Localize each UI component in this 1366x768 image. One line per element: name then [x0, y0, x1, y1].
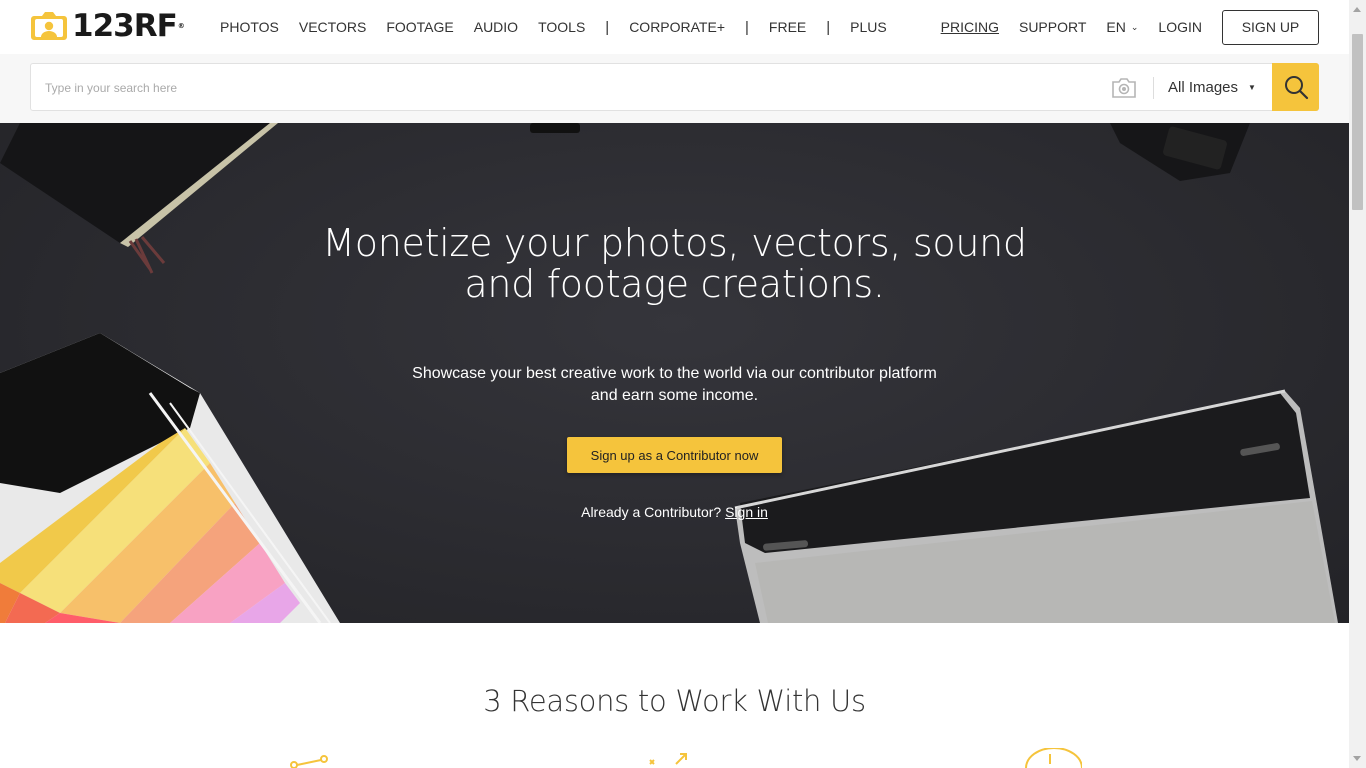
scroll-down-icon[interactable] [1353, 756, 1361, 761]
nav-photos[interactable]: PHOTOS [220, 19, 279, 35]
nav-login[interactable]: LOGIN [1158, 19, 1202, 35]
already-contributor: Already a Contributor? Sign in [0, 504, 1349, 520]
nav-separator: | [745, 18, 749, 36]
hero-banner: Monetize your photos, vectors, sound and… [0, 123, 1349, 623]
hero-heading-line: Monetize your photos, vectors, sound [322, 221, 1027, 265]
nav-free[interactable]: FREE [769, 19, 806, 35]
search-input[interactable] [45, 76, 1085, 100]
contributor-signup-button[interactable]: Sign up as a Contributor now [567, 437, 782, 473]
nav-pricing[interactable]: PRICING [941, 19, 999, 35]
scroll-thumb[interactable] [1352, 34, 1363, 210]
search-icon [1284, 76, 1308, 100]
nav-plus[interactable]: PLUS [850, 19, 887, 35]
camera-icon[interactable] [1111, 77, 1137, 99]
caret-down-icon: ▼ [1248, 82, 1256, 92]
reason-icon-2 [649, 753, 687, 765]
nav-vectors[interactable]: VECTORS [299, 19, 366, 35]
nav-tools[interactable]: TOOLS [538, 19, 585, 35]
image-type-dropdown[interactable]: All Images ▼ [1168, 64, 1256, 110]
hero-heading: Monetize your photos, vectors, sound and… [0, 223, 1349, 305]
search-divider [1153, 77, 1154, 99]
hero-subtitle: Showcase your best creative work to the … [0, 363, 1349, 407]
chevron-down-icon: ⌄ [1130, 21, 1139, 32]
logo-text: 123RF® [72, 8, 185, 44]
search-bar: All Images ▼ [0, 54, 1349, 123]
search-button[interactable] [1272, 63, 1319, 111]
nav-corporate[interactable]: CORPORATE+ [629, 19, 725, 35]
reason-icon-1 [290, 755, 328, 768]
hero-heading-line: and footage creations. [464, 262, 885, 306]
reason-icon-3 [1025, 748, 1082, 768]
hero-subtitle-line: and earn some income. [590, 387, 759, 404]
logo[interactable]: 123RF® [30, 8, 185, 44]
page: 123RF® PHOTOS VECTORS FOOTAGE AUDIO TOOL… [0, 0, 1366, 768]
page-scrollbar[interactable] [1349, 0, 1366, 768]
nav-audio[interactable]: AUDIO [474, 19, 518, 35]
language-selector[interactable]: EN ⌄ [1106, 19, 1138, 35]
nav-footage[interactable]: FOOTAGE [386, 19, 453, 35]
logo-camera-icon [31, 12, 67, 40]
signup-button[interactable]: SIGN UP [1222, 9, 1319, 45]
search-box: All Images ▼ [30, 63, 1319, 111]
image-type-label: All Images [1168, 78, 1239, 96]
sign-in-link[interactable]: Sign in [725, 504, 768, 520]
nav-support[interactable]: SUPPORT [1019, 19, 1086, 35]
scroll-up-icon[interactable] [1353, 7, 1361, 12]
hero-subtitle-line: Showcase your best creative work to the … [412, 365, 937, 382]
already-contributor-text: Already a Contributor? [581, 504, 722, 520]
top-nav: 123RF® PHOTOS VECTORS FOOTAGE AUDIO TOOL… [0, 0, 1349, 54]
main-menu: PHOTOS VECTORS FOOTAGE AUDIO TOOLS | COR… [220, 0, 907, 54]
reasons-heading: 3 Reasons to Work With Us [483, 684, 866, 718]
language-label: EN [1106, 19, 1126, 35]
nav-separator: | [826, 18, 831, 36]
nav-separator: | [605, 18, 610, 36]
account-menu: PRICING SUPPORT EN ⌄ LOGIN SIGN UP [941, 0, 1319, 54]
